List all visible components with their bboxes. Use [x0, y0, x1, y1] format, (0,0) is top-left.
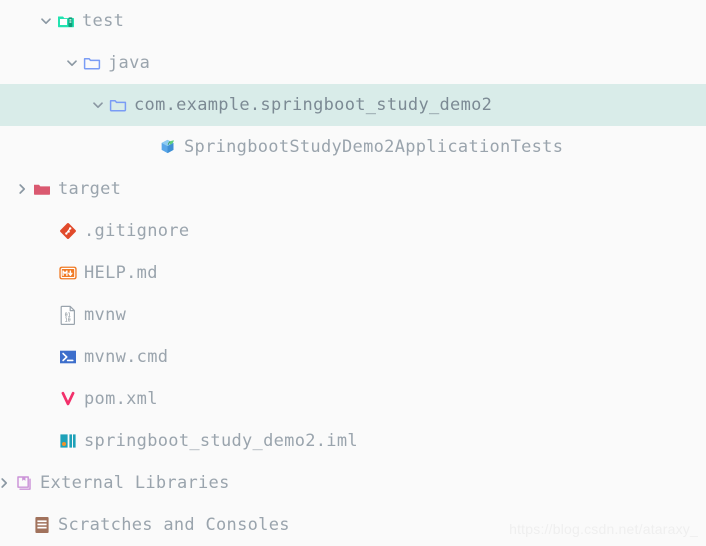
chevron-down-icon[interactable] — [36, 11, 56, 31]
tree-item-label: test — [82, 10, 125, 31]
tree-item-label: pom.xml — [84, 388, 158, 409]
tree-item-label: target — [58, 178, 122, 199]
excluded-folder-icon — [32, 179, 52, 199]
watermark-text: https://blog.csdn.net/ataraxy_ — [509, 521, 698, 537]
chevron-placeholder — [38, 431, 58, 451]
chevron-down-icon[interactable] — [88, 95, 108, 115]
tree-item-label: SpringbootStudyDemo2ApplicationTests — [184, 136, 564, 157]
tree-row-package[interactable]: com.example.springboot_study_demo2 — [0, 84, 706, 126]
tree-item-label: HELP.md — [84, 262, 158, 283]
project-tree[interactable]: test java com.example.springboot_study_dem… — [0, 0, 706, 546]
tree-row-target[interactable]: target — [0, 168, 706, 210]
svg-text:10: 10 — [65, 317, 71, 323]
binary-file-icon: 01 10 — [58, 305, 78, 325]
chevron-right-icon[interactable] — [0, 473, 14, 493]
package-folder-icon — [108, 95, 128, 115]
folder-icon — [82, 53, 102, 73]
tree-item-label: java — [108, 52, 151, 73]
tree-row-test-class[interactable]: SpringbootStudyDemo2ApplicationTests — [0, 126, 706, 168]
tree-row-external-libraries[interactable]: External Libraries — [0, 462, 706, 504]
library-icon — [14, 473, 34, 493]
java-test-class-icon — [158, 137, 178, 157]
tree-item-label: .gitignore — [84, 220, 190, 241]
chevron-right-icon[interactable] — [12, 179, 32, 199]
tree-row-mvnw-cmd[interactable]: mvnw.cmd — [0, 336, 706, 378]
chevron-placeholder — [38, 221, 58, 241]
tree-item-label: com.example.springboot_study_demo2 — [134, 94, 493, 115]
chevron-placeholder — [38, 263, 58, 283]
chevron-placeholder — [38, 347, 58, 367]
chevron-placeholder — [38, 389, 58, 409]
cmd-file-icon — [58, 347, 78, 367]
chevron-down-icon[interactable] — [62, 53, 82, 73]
git-file-icon — [58, 221, 78, 241]
chevron-placeholder — [38, 305, 58, 325]
tree-row-test[interactable]: test — [0, 0, 706, 42]
tree-row-java[interactable]: java — [0, 42, 706, 84]
chevron-placeholder — [12, 515, 32, 535]
markdown-file-icon — [58, 263, 78, 283]
tree-row-help-md[interactable]: HELP.md — [0, 252, 706, 294]
test-source-folder-icon — [56, 11, 76, 31]
tree-item-label: mvnw.cmd — [84, 346, 169, 367]
tree-row-pom-xml[interactable]: pom.xml — [0, 378, 706, 420]
maven-pom-icon — [58, 389, 78, 409]
tree-row-iml[interactable]: springboot_study_demo2.iml — [0, 420, 706, 462]
tree-item-label: mvnw — [84, 304, 127, 325]
tree-item-label: springboot_study_demo2.iml — [84, 430, 358, 451]
tree-item-label: External Libraries — [40, 472, 230, 493]
tree-row-mvnw[interactable]: 01 10 mvnw — [0, 294, 706, 336]
chevron-placeholder — [138, 137, 158, 157]
scratches-icon — [32, 515, 52, 535]
tree-row-gitignore[interactable]: .gitignore — [0, 210, 706, 252]
tree-item-label: Scratches and Consoles — [58, 514, 290, 535]
intellij-module-icon — [58, 431, 78, 451]
